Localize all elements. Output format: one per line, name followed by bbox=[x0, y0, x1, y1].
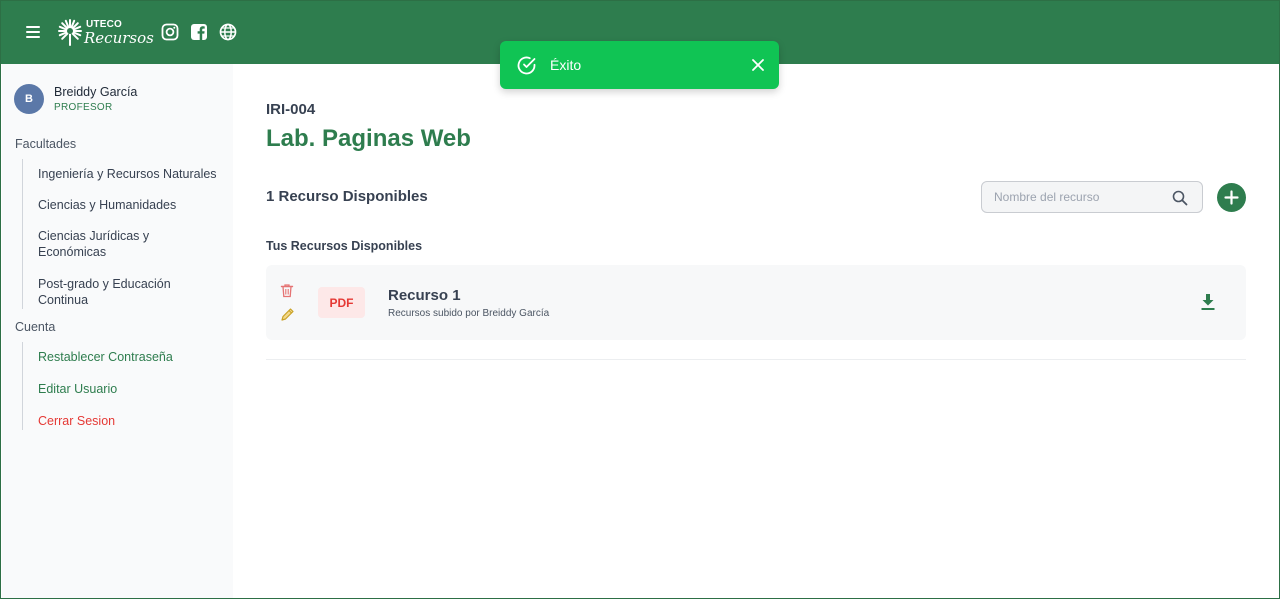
user-name: Breiddy García bbox=[54, 85, 138, 99]
course-code: IRI-004 bbox=[266, 101, 316, 118]
logo-text-bottom: Recursos bbox=[84, 29, 154, 47]
plus-icon bbox=[1224, 190, 1239, 205]
sidebar-item-reset-password[interactable]: Restablecer Contraseña bbox=[38, 349, 173, 365]
hamburger-menu-icon[interactable] bbox=[23, 23, 43, 41]
file-type-badge: PDF bbox=[318, 287, 365, 318]
add-resource-button[interactable] bbox=[1217, 183, 1246, 212]
search-icon[interactable] bbox=[1172, 190, 1188, 206]
sidebar-item-ciencias-humanidades[interactable]: Ciencias y Humanidades bbox=[38, 197, 218, 213]
sidebar-item-logout[interactable]: Cerrar Sesion bbox=[38, 413, 115, 429]
resource-subtitle: Recursos subido por Breiddy García bbox=[388, 308, 550, 319]
facultades-nav-line bbox=[22, 159, 23, 309]
sidebar-item-ciencias-juridicas[interactable]: Ciencias Jurídicas y Económicas bbox=[38, 228, 178, 260]
resource-name[interactable]: Recurso 1 bbox=[388, 287, 461, 304]
facultades-label: Facultades bbox=[15, 137, 77, 151]
check-circle-icon bbox=[517, 56, 536, 75]
close-icon[interactable] bbox=[751, 58, 765, 72]
uteco-logo[interactable]: UTECO Recursos bbox=[56, 15, 154, 49]
cuenta-label: Cuenta bbox=[15, 320, 56, 334]
sidebar-item-edit-user[interactable]: Editar Usuario bbox=[38, 381, 117, 397]
sidebar-item-postgrado[interactable]: Post-grado y Educación Continua bbox=[38, 276, 198, 308]
success-toast: Éxito bbox=[500, 41, 779, 89]
toast-message: Éxito bbox=[550, 57, 582, 73]
page-title: Lab. Paginas Web bbox=[266, 125, 471, 152]
resource-count: 1 Recurso Disponibles bbox=[266, 188, 428, 205]
user-role: PROFESOR bbox=[54, 102, 113, 113]
download-icon[interactable] bbox=[1200, 293, 1216, 311]
pencil-edit-icon[interactable] bbox=[280, 307, 295, 322]
sunburst-logo-icon bbox=[58, 19, 82, 46]
section-subheading: Tus Recursos Disponibles bbox=[266, 239, 423, 253]
globe-icon[interactable] bbox=[219, 23, 237, 41]
cuenta-nav-line bbox=[22, 342, 23, 430]
search-input[interactable] bbox=[982, 182, 1162, 212]
facebook-icon[interactable] bbox=[190, 23, 208, 41]
instagram-icon[interactable] bbox=[161, 23, 179, 41]
avatar: B bbox=[14, 84, 44, 114]
divider bbox=[266, 359, 1246, 360]
search-box bbox=[981, 181, 1203, 213]
trash-icon[interactable] bbox=[280, 283, 294, 298]
app-window: UTECO Recursos B Breiddy García PROFESOR… bbox=[0, 0, 1280, 599]
sidebar-item-ingenieria[interactable]: Ingeniería y Recursos Naturales bbox=[38, 166, 228, 182]
